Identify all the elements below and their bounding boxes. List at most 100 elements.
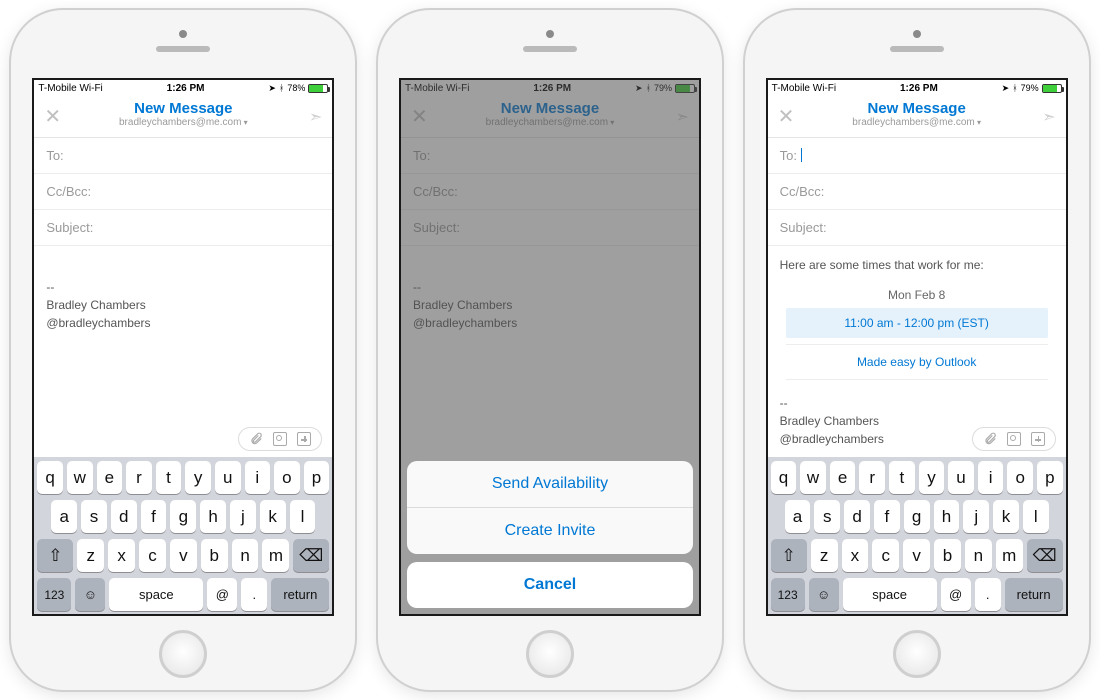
key-v[interactable]: v bbox=[903, 539, 930, 572]
key-r[interactable]: r bbox=[859, 461, 885, 494]
key-x[interactable]: x bbox=[108, 539, 135, 572]
key-d[interactable]: d bbox=[844, 500, 870, 533]
availability-footer[interactable]: Made easy by Outlook bbox=[786, 344, 1048, 380]
key-u[interactable]: u bbox=[215, 461, 241, 494]
key-m[interactable]: m bbox=[262, 539, 289, 572]
key-p[interactable]: p bbox=[1037, 461, 1063, 494]
key-n[interactable]: n bbox=[232, 539, 259, 572]
ccbcc-field[interactable]: Cc/Bcc: bbox=[34, 174, 332, 210]
availability-slot[interactable]: 11:00 am - 12:00 pm (EST) bbox=[786, 308, 1048, 338]
space-key[interactable]: space bbox=[843, 578, 937, 611]
numbers-key[interactable]: 123 bbox=[37, 578, 71, 611]
key-z[interactable]: z bbox=[811, 539, 838, 572]
key-g[interactable]: g bbox=[170, 500, 196, 533]
availability-intro: Here are some times that work for me: bbox=[780, 256, 1054, 274]
key-d[interactable]: d bbox=[111, 500, 137, 533]
close-icon[interactable]: ✕ bbox=[44, 107, 61, 127]
key-o[interactable]: o bbox=[1007, 461, 1033, 494]
at-key[interactable]: @ bbox=[207, 578, 237, 611]
delete-key[interactable]: ⌫ bbox=[293, 539, 329, 572]
home-button[interactable] bbox=[159, 630, 207, 678]
shift-key[interactable]: ⇧ bbox=[771, 539, 807, 572]
emoji-key[interactable]: ☺ bbox=[809, 578, 839, 611]
key-k[interactable]: k bbox=[993, 500, 1019, 533]
from-account-picker[interactable]: bradleychambers@me.com bbox=[768, 117, 1066, 128]
dot-key[interactable]: . bbox=[241, 578, 267, 611]
at-key[interactable]: @ bbox=[941, 578, 971, 611]
key-h[interactable]: h bbox=[200, 500, 226, 533]
message-body[interactable]: Here are some times that work for me: Mo… bbox=[768, 246, 1066, 457]
key-o[interactable]: o bbox=[274, 461, 300, 494]
send-icon[interactable]: ➣ bbox=[309, 107, 322, 127]
send-availability-option[interactable]: Send Availability bbox=[407, 461, 693, 508]
delete-key[interactable]: ⌫ bbox=[1027, 539, 1063, 572]
close-icon[interactable]: ✕ bbox=[778, 107, 795, 127]
key-q[interactable]: q bbox=[37, 461, 63, 494]
key-k[interactable]: k bbox=[260, 500, 286, 533]
key-f[interactable]: f bbox=[874, 500, 900, 533]
cancel-button[interactable]: Cancel bbox=[407, 562, 693, 608]
key-b[interactable]: b bbox=[201, 539, 228, 572]
to-field[interactable]: To: bbox=[768, 138, 1066, 174]
key-s[interactable]: s bbox=[814, 500, 840, 533]
key-i[interactable]: i bbox=[245, 461, 271, 494]
paperclip-icon[interactable] bbox=[249, 432, 263, 446]
key-q[interactable]: q bbox=[771, 461, 797, 494]
calendar-icon[interactable] bbox=[297, 432, 311, 446]
key-g[interactable]: g bbox=[904, 500, 930, 533]
key-v[interactable]: v bbox=[170, 539, 197, 572]
key-s[interactable]: s bbox=[81, 500, 107, 533]
emoji-key[interactable]: ☺ bbox=[75, 578, 105, 611]
key-t[interactable]: t bbox=[889, 461, 915, 494]
compose-navbar: ✕ New Message bradleychambers@me.com ➣ bbox=[34, 96, 332, 138]
key-a[interactable]: a bbox=[785, 500, 811, 533]
key-l[interactable]: l bbox=[290, 500, 316, 533]
key-h[interactable]: h bbox=[934, 500, 960, 533]
photo-icon[interactable] bbox=[1007, 432, 1021, 446]
photo-icon[interactable] bbox=[273, 432, 287, 446]
key-b[interactable]: b bbox=[934, 539, 961, 572]
return-key[interactable]: return bbox=[1005, 578, 1063, 611]
key-j[interactable]: j bbox=[230, 500, 256, 533]
key-w[interactable]: w bbox=[800, 461, 826, 494]
key-y[interactable]: y bbox=[919, 461, 945, 494]
key-c[interactable]: c bbox=[872, 539, 899, 572]
dot-key[interactable]: . bbox=[975, 578, 1001, 611]
key-n[interactable]: n bbox=[965, 539, 992, 572]
key-w[interactable]: w bbox=[67, 461, 93, 494]
key-c[interactable]: c bbox=[139, 539, 166, 572]
key-e[interactable]: e bbox=[830, 461, 856, 494]
space-key[interactable]: space bbox=[109, 578, 203, 611]
subject-field[interactable]: Subject: bbox=[768, 210, 1066, 246]
return-key[interactable]: return bbox=[271, 578, 329, 611]
key-l[interactable]: l bbox=[1023, 500, 1049, 533]
key-t[interactable]: t bbox=[156, 461, 182, 494]
subject-field[interactable]: Subject: bbox=[34, 210, 332, 246]
paperclip-icon[interactable] bbox=[983, 432, 997, 446]
key-u[interactable]: u bbox=[948, 461, 974, 494]
numbers-key[interactable]: 123 bbox=[771, 578, 805, 611]
send-icon[interactable]: ➣ bbox=[1042, 107, 1055, 127]
key-i[interactable]: i bbox=[978, 461, 1004, 494]
from-account-picker[interactable]: bradleychambers@me.com bbox=[34, 117, 332, 128]
home-button[interactable] bbox=[526, 630, 574, 678]
to-input[interactable] bbox=[68, 148, 321, 163]
key-p[interactable]: p bbox=[304, 461, 330, 494]
key-z[interactable]: z bbox=[77, 539, 104, 572]
key-m[interactable]: m bbox=[996, 539, 1023, 572]
key-f[interactable]: f bbox=[141, 500, 167, 533]
home-button[interactable] bbox=[893, 630, 941, 678]
to-field[interactable]: To: bbox=[34, 138, 332, 174]
key-j[interactable]: j bbox=[963, 500, 989, 533]
key-x[interactable]: x bbox=[842, 539, 869, 572]
key-r[interactable]: r bbox=[126, 461, 152, 494]
modal-overlay[interactable]: Send Availability Create Invite Cancel bbox=[401, 80, 699, 614]
key-a[interactable]: a bbox=[51, 500, 77, 533]
shift-key[interactable]: ⇧ bbox=[37, 539, 73, 572]
message-body[interactable]: -- Bradley Chambers @bradleychambers bbox=[34, 246, 332, 457]
create-invite-option[interactable]: Create Invite bbox=[407, 508, 693, 554]
ccbcc-field[interactable]: Cc/Bcc: bbox=[768, 174, 1066, 210]
calendar-icon[interactable] bbox=[1031, 432, 1045, 446]
key-y[interactable]: y bbox=[185, 461, 211, 494]
key-e[interactable]: e bbox=[97, 461, 123, 494]
